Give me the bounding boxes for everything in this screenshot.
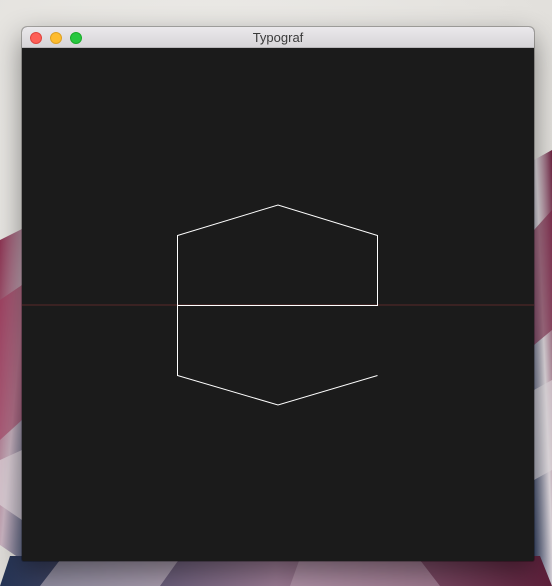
glyph-upper-path: [177, 204, 378, 306]
title-bar[interactable]: Typograf: [22, 27, 534, 48]
app-window: Typograf: [22, 27, 534, 561]
drawing-canvas[interactable]: [22, 48, 534, 561]
glyph-drawing: [22, 204, 534, 406]
window-title: Typograf: [252, 30, 304, 45]
glyph-lower-path: [177, 305, 378, 406]
